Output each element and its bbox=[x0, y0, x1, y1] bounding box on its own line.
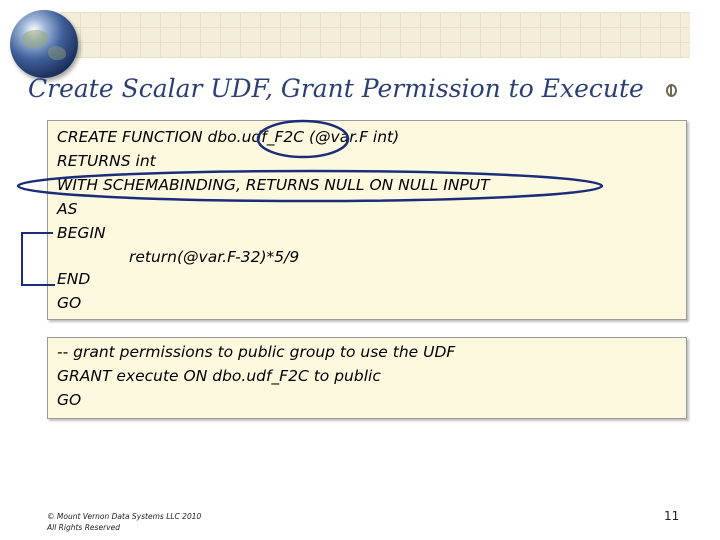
code-block-create-function: CREATE FUNCTION dbo.udf_F2C (@var.F int)… bbox=[47, 120, 687, 320]
code-line: GO bbox=[57, 391, 82, 409]
code-line: BEGIN bbox=[57, 224, 106, 242]
page-number: 11 bbox=[664, 509, 680, 523]
globe-logo-icon bbox=[10, 10, 78, 78]
slide-title: Create Scalar UDF, Grant Permission to E… bbox=[28, 74, 644, 103]
code-line: GRANT execute ON dbo.udf_F2C to public bbox=[57, 367, 381, 385]
code-line: CREATE FUNCTION dbo.udf_F2C (@var.F int) bbox=[57, 128, 400, 146]
code-line: AS bbox=[57, 200, 78, 218]
rights-text: All Rights Reserved bbox=[47, 523, 120, 532]
code-line: -- grant permissions to public group to … bbox=[57, 343, 456, 361]
code-block-grant-permission: -- grant permissions to public group to … bbox=[47, 337, 687, 419]
title-mark-icon bbox=[666, 84, 677, 97]
header-band bbox=[60, 12, 690, 58]
code-line: END bbox=[57, 270, 91, 288]
code-line: WITH SCHEMABINDING, RETURNS NULL ON NULL… bbox=[57, 176, 490, 194]
copyright-text: © Mount Vernon Data Systems LLC 2010 bbox=[47, 512, 202, 521]
footer-copyright: © Mount Vernon Data Systems LLC 2010 All… bbox=[47, 511, 201, 533]
code-line: GO bbox=[57, 294, 82, 312]
code-line: return(@var.F-32)*5/9 bbox=[129, 248, 300, 266]
code-line: RETURNS int bbox=[57, 152, 156, 170]
